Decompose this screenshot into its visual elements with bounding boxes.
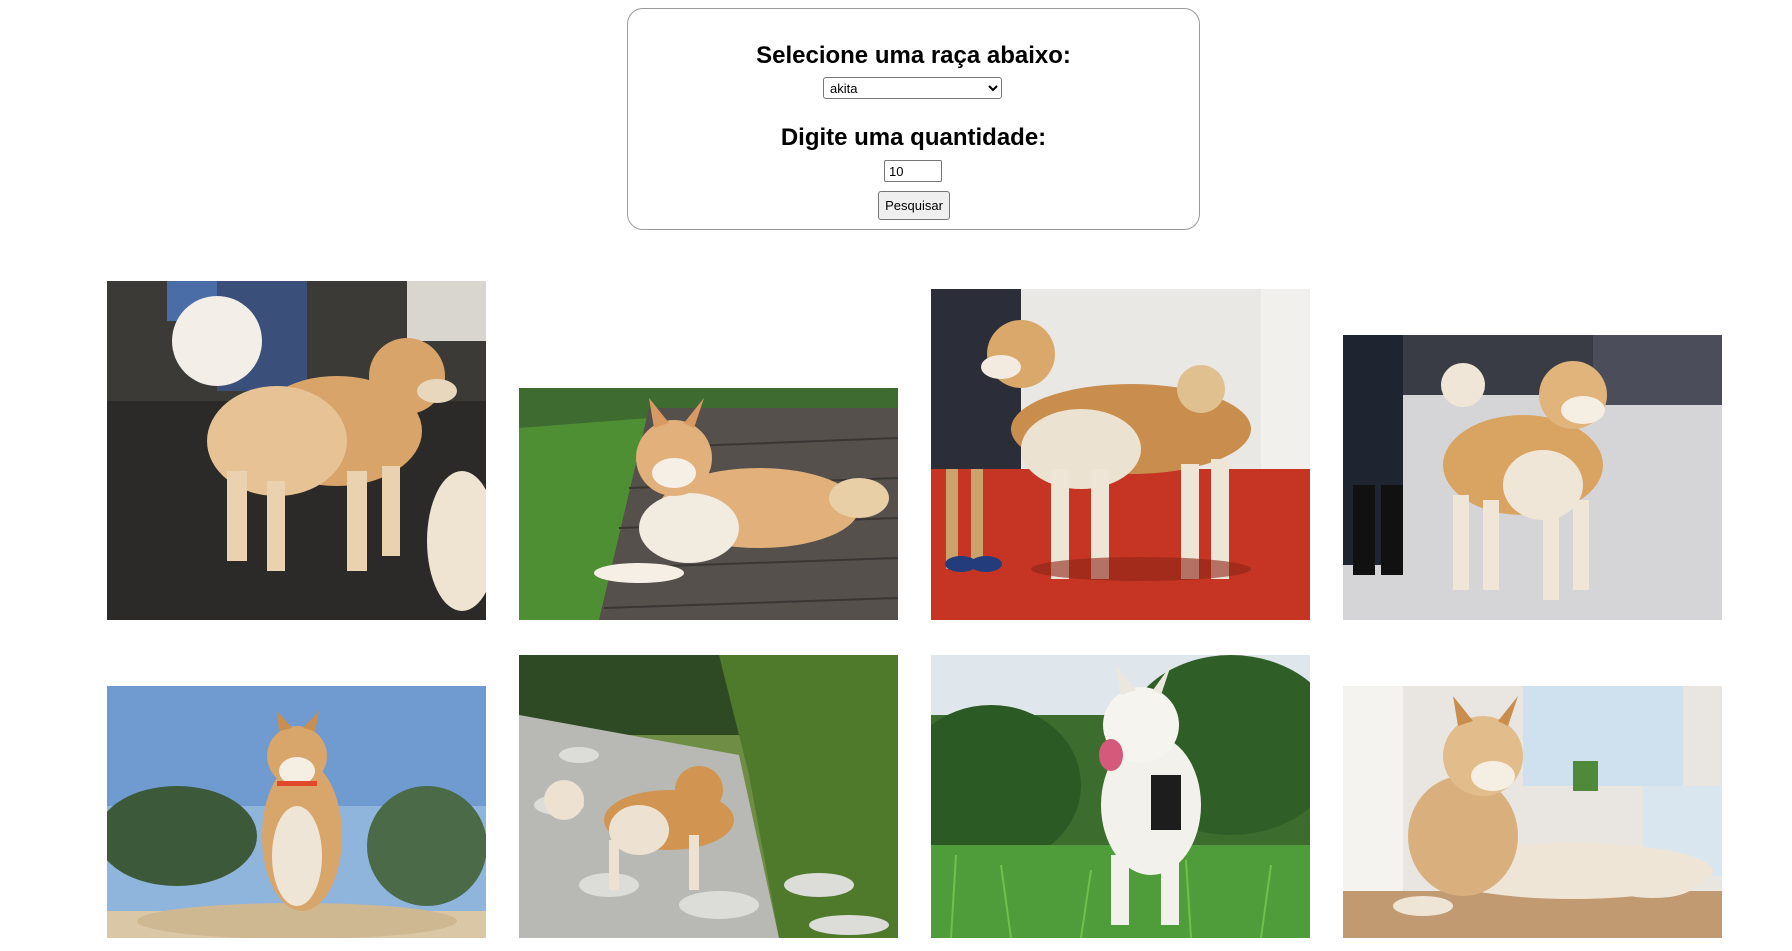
- dog-photo-5: [107, 686, 486, 938]
- search-button[interactable]: Pesquisar: [878, 191, 950, 220]
- dog-photo-6: [519, 655, 898, 938]
- quantity-input[interactable]: [884, 160, 942, 182]
- quantity-heading: Digite uma quantidade:: [780, 124, 1047, 151]
- breed-heading: Selecione uma raça abaixo:: [756, 42, 1071, 69]
- dog-photo-3: [931, 289, 1310, 620]
- search-form-card: Selecione uma raça abaixo: akita Digite …: [627, 8, 1200, 230]
- dog-photo-2: [519, 388, 898, 620]
- dog-photo-8: [1343, 686, 1722, 938]
- dog-photo-1: [107, 281, 486, 620]
- breed-select[interactable]: akita: [823, 77, 1002, 99]
- dog-photo-7: [931, 655, 1310, 938]
- dog-photo-4: [1343, 335, 1722, 620]
